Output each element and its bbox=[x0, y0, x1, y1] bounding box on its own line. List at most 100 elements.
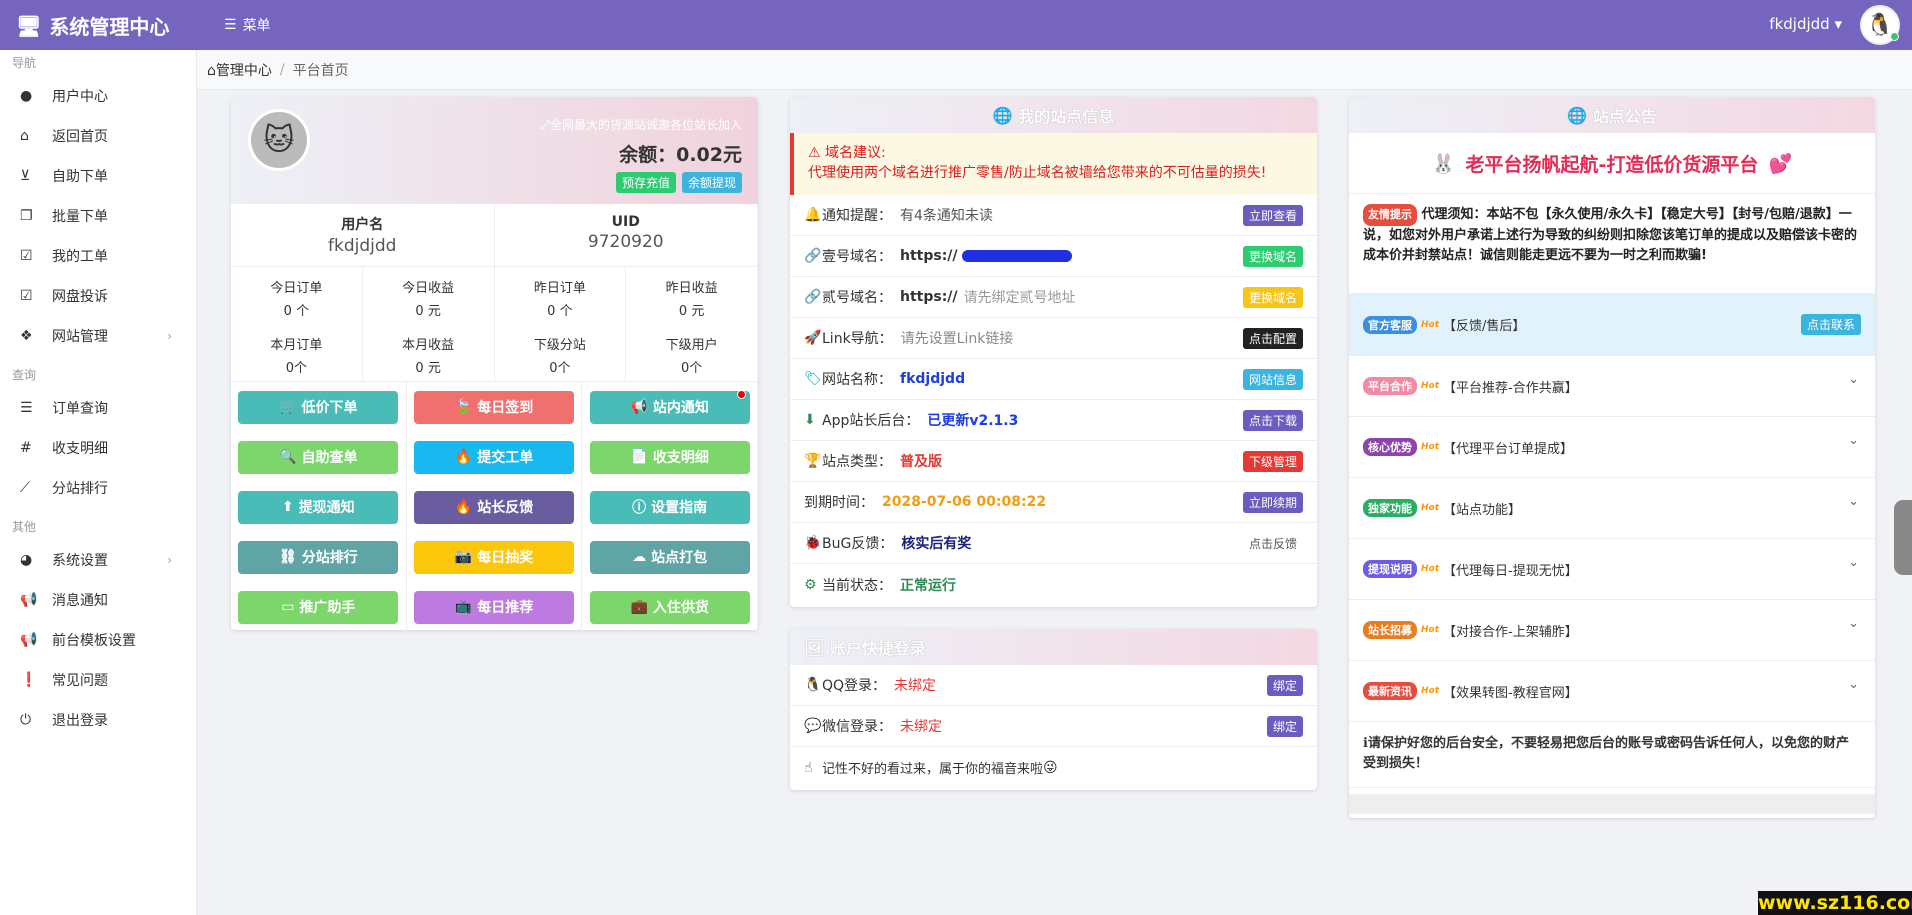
security-footer: ℹ请保护好您的后台安全，不要轻易把您后台的账号或密码告诉任何人，以免您的财产受到… bbox=[1349, 722, 1875, 788]
sidebar-section-query: 查询 bbox=[12, 368, 37, 382]
self-query-button[interactable]: 🔍 自助查单 bbox=[238, 440, 399, 474]
view-now-button[interactable]: 立即查看 bbox=[1242, 204, 1303, 226]
notice-item-withdraw[interactable]: 提现说明 Hot 【代理每日-提现无忧】 ⌄ bbox=[1349, 539, 1875, 600]
site-row-app: ⬇ App站长后台： 已更新v2.1.3 点击下载 bbox=[790, 400, 1317, 441]
avatar: 🐱 bbox=[248, 109, 310, 171]
sidebar-item-logout[interactable]: ⏻ 退出登录 bbox=[0, 700, 196, 740]
daily-recommend-button[interactable]: 📺 每日推荐 bbox=[413, 590, 574, 624]
stat-value: 0 个 bbox=[547, 304, 573, 319]
notice-item-recruit[interactable]: 站长招募 Hot 【对接合作-上架辅胙】 ⌄ bbox=[1349, 600, 1875, 661]
sidebar-item-ranking[interactable]: ⟋ 分站排行 bbox=[0, 468, 196, 508]
site-info-button[interactable]: 网站信息 bbox=[1242, 368, 1303, 390]
user-dropdown[interactable]: fkdjdjdd ▾ bbox=[1769, 15, 1842, 33]
contact-button[interactable]: 点击联系 bbox=[1800, 314, 1861, 335]
info-icon: ⓘ bbox=[632, 500, 647, 516]
check-square-icon: ☑ bbox=[20, 248, 33, 264]
sidebar-item-income[interactable]: # 收支明细 bbox=[0, 428, 196, 468]
bullhorn-icon: 📢 bbox=[20, 632, 38, 648]
sub-manage-button[interactable]: 下级管理 bbox=[1242, 450, 1303, 472]
daily-lottery-button[interactable]: 📷 每日抽奖 bbox=[413, 540, 574, 574]
ranking-button[interactable]: ⛓ 分站排行 bbox=[238, 540, 399, 574]
sitemap-icon: ⛓ bbox=[278, 549, 297, 565]
withdraw-notice-button[interactable]: ⬆ 提现通知 bbox=[238, 490, 399, 524]
home-icon: ⌂ bbox=[207, 62, 216, 79]
notice-item-advantage[interactable]: 核心优势 Hot 【代理平台订单提成】 ⌄ bbox=[1349, 417, 1875, 478]
feedback-button[interactable]: 🔥 站长反馈 bbox=[413, 490, 574, 524]
avatar[interactable]: 🐧 bbox=[1860, 5, 1900, 45]
sidebar-item-user-center[interactable]: ● 用户中心 bbox=[0, 76, 196, 116]
scroll-handle[interactable] bbox=[1894, 500, 1912, 575]
breadcrumb-home[interactable]: ⌂管理中心 bbox=[207, 60, 272, 80]
change-domain-button[interactable]: 更换域名 bbox=[1242, 286, 1303, 308]
rocket-icon: 🚀 bbox=[804, 330, 822, 346]
bind-qq-button[interactable]: 绑定 bbox=[1266, 674, 1303, 696]
sidebar-item-system-settings[interactable]: ◕ 系统设置 › bbox=[0, 540, 196, 580]
promo-helper-button[interactable]: ▭ 推广助手 bbox=[238, 590, 399, 624]
recharge-button[interactable]: 预存充值 bbox=[615, 172, 676, 193]
sidebar-item-messages[interactable]: 📢 消息通知 bbox=[0, 580, 196, 620]
setup-guide-button[interactable]: ⓘ 设置指南 bbox=[589, 490, 750, 524]
submit-ticket-button[interactable]: 🔥 提交工单 bbox=[413, 440, 574, 474]
stat-value: 0 个 bbox=[283, 304, 310, 319]
notice-item-service[interactable]: 官方客服 Hot 【反馈/售后】 点击联系 bbox=[1349, 294, 1875, 356]
tv-icon: 📺 bbox=[454, 599, 473, 615]
stat-label: 昨日收益 bbox=[665, 281, 718, 296]
sidebar-section-other: 其他 bbox=[12, 520, 37, 534]
site-row-link: 🚀 Link导航： 请先设置Link链接 点击配置 bbox=[790, 318, 1317, 359]
sidebar-item-home[interactable]: ⌂ 返回首页 bbox=[0, 116, 196, 156]
sidebar-item-tickets[interactable]: ☑ 我的工单 bbox=[0, 236, 196, 276]
bind-wechat-button[interactable]: 绑定 bbox=[1266, 715, 1303, 737]
sidebar-item-complaint[interactable]: ☑ 网盘投诉 bbox=[0, 276, 196, 316]
link-icon: 🔗 bbox=[804, 248, 822, 264]
menu-toggle-button[interactable]: ☰ 菜单 bbox=[224, 15, 271, 35]
feedback-link[interactable]: 点击反馈 bbox=[1243, 533, 1303, 554]
notice-item-cooperation[interactable]: 平台合作 Hot 【平台推荐-合作共赢】 ⌄ bbox=[1349, 356, 1875, 417]
hot-badge: Hot bbox=[1421, 503, 1440, 513]
daily-checkin-button[interactable]: 🍃 每日签到 bbox=[413, 390, 574, 424]
supplier-join-button[interactable]: 💼 入住供货 bbox=[589, 590, 750, 624]
hot-badge: Hot bbox=[1421, 625, 1440, 635]
login-note: ☝ 记性不好的看过来，属于你的福音来啦 😜 bbox=[804, 759, 1058, 778]
download-button[interactable]: 点击下载 bbox=[1242, 409, 1303, 431]
stats-grid: 今日订单 0 个 今日收益 0 元 昨日订单 0 个 昨日收益 0 元 本月订单 0个 本… bbox=[231, 267, 758, 382]
site-notice-button[interactable]: 📢 站内通知 bbox=[589, 389, 750, 424]
sidebar-item-batch-order[interactable]: ❐ 批量下单 bbox=[0, 196, 196, 236]
hearts-icon: 💕 bbox=[1768, 152, 1793, 175]
warning-icon: ⚠ bbox=[808, 145, 821, 161]
quick-login-header: 🖼 账户快捷登录 bbox=[790, 629, 1317, 665]
sidebar-item-order-query[interactable]: ☰ 订单查询 bbox=[0, 388, 196, 428]
site-row-status: ⚙ 当前状态： 正常运行 bbox=[804, 576, 956, 594]
qq-icon: 🐧 bbox=[804, 677, 822, 693]
change-domain-button[interactable]: 更换域名 bbox=[1242, 245, 1303, 267]
notice-item-news[interactable]: 最新资讯 Hot 【效果转图-教程官网】 ⌄ bbox=[1349, 661, 1875, 722]
sidebar-item-self-order[interactable]: ⊻ 自助下单 bbox=[0, 156, 196, 196]
withdraw-button[interactable]: 余额提现 bbox=[681, 172, 742, 193]
bullhorn-icon: 📢 bbox=[20, 592, 38, 608]
chevron-right-icon: › bbox=[167, 553, 172, 567]
renew-button[interactable]: 立即续期 bbox=[1242, 491, 1303, 513]
sidebar-item-site-manage[interactable]: ❖ 网站管理 › bbox=[0, 316, 196, 356]
app-brand[interactable]: 🖥 系统管理中心 bbox=[16, 11, 169, 40]
upload-icon: ⬆ bbox=[281, 499, 294, 515]
stat-value: 0 元 bbox=[678, 304, 705, 319]
site-package-button[interactable]: ☁ 站点打包 bbox=[589, 540, 750, 574]
cart-icon: ⊻ bbox=[20, 168, 31, 184]
configure-button[interactable]: 点击配置 bbox=[1242, 327, 1303, 349]
image-icon: 🖼 bbox=[804, 637, 825, 657]
sidebar-item-template[interactable]: 📢 前台模板设置 bbox=[0, 620, 196, 660]
sidebar-item-faq[interactable]: ❗ 常见问题 bbox=[0, 660, 196, 700]
hash-icon: # bbox=[20, 440, 32, 456]
chevron-down-icon: ⌄ bbox=[1848, 555, 1859, 570]
site-row-notice: 🔔 通知提醒： 有4条通知未读 立即查看 bbox=[790, 195, 1317, 236]
notice-item-features[interactable]: 独家功能 Hot 【站点功能】 ⌄ bbox=[1349, 478, 1875, 539]
chevron-down-icon: ⌄ bbox=[1848, 433, 1859, 448]
low-price-order-button[interactable]: 🛒 低价下单 bbox=[238, 390, 399, 424]
income-detail-button[interactable]: 📄 收支明细 bbox=[589, 440, 750, 474]
fire-icon: 🔥 bbox=[454, 499, 473, 515]
sidebar: 导航 ● 用户中心 ⌂ 返回首页 ⊻ 自助下单 ❐ 批量下单 ☑ 我的工单 ☑ 网盘投诉 ❖… bbox=[0, 50, 197, 915]
search-icon: 🔍 bbox=[279, 449, 297, 465]
leaf-icon: 🍃 bbox=[454, 399, 473, 415]
breadcrumb: ⌂管理中心 / 平台首页 bbox=[197, 50, 1912, 90]
copy-icon: ❐ bbox=[20, 208, 33, 224]
stat-label: 今日订单 bbox=[270, 281, 323, 296]
